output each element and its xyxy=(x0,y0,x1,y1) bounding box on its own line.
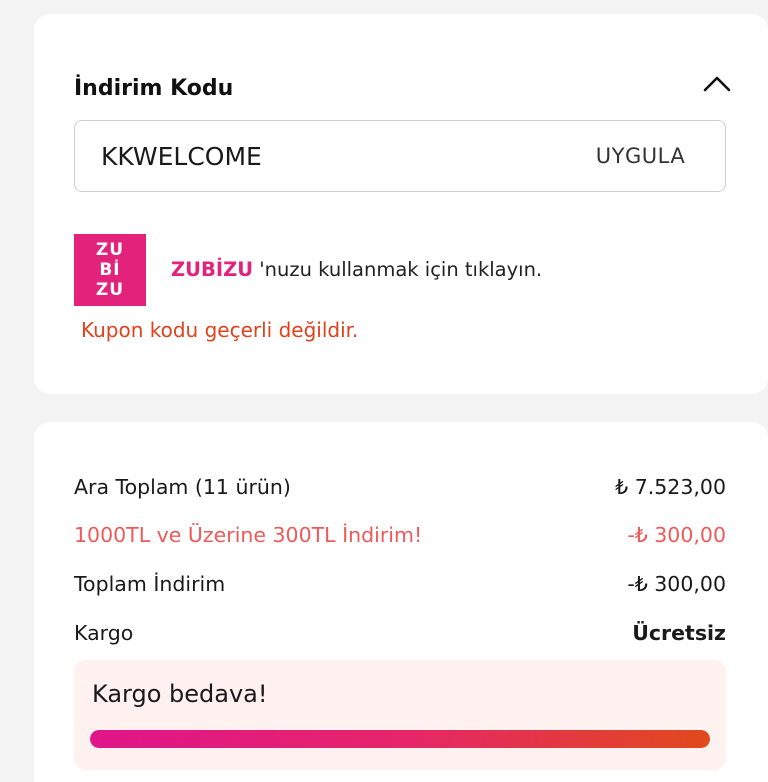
free-shipping-progress-track xyxy=(90,730,710,748)
promo-discount-value: -₺ 300,00 xyxy=(627,523,726,547)
zubizu-link[interactable]: ZUBİZU 'nuzu kullanmak için tıklayın. xyxy=(171,258,542,281)
zubizu-logo-line-2: Bİ xyxy=(99,260,121,280)
subtotal-value: ₺ 7.523,00 xyxy=(615,475,726,499)
total-discount-row: Toplam İndirim -₺ 300,00 xyxy=(74,569,726,599)
coupon-section-title: İndirim Kodu xyxy=(74,76,234,101)
promo-discount-label: 1000TL ve Üzerine 300TL İndirim! xyxy=(74,523,423,547)
zubizu-logo-line-1: ZU xyxy=(95,240,125,260)
zubizu-logo[interactable]: ZU Bİ ZU xyxy=(74,234,146,306)
subtotal-row: Ara Toplam (11 ürün) ₺ 7.523,00 xyxy=(74,472,726,502)
shipping-value: Ücretsiz xyxy=(632,621,726,645)
zubizu-brand-text: ZUBİZU xyxy=(171,258,254,281)
order-summary-card: Ara Toplam (11 ürün) ₺ 7.523,00 1000TL v… xyxy=(34,422,768,782)
free-shipping-banner: Kargo bedava! xyxy=(74,660,726,770)
apply-coupon-button[interactable]: UYGULA xyxy=(556,120,726,192)
free-shipping-progress-fill xyxy=(90,730,710,748)
total-discount-value: -₺ 300,00 xyxy=(627,572,726,596)
total-discount-label: Toplam İndirim xyxy=(74,572,226,596)
zubizu-logo-line-3: ZU xyxy=(95,280,125,300)
shipping-label: Kargo xyxy=(74,621,134,645)
coupon-error-message: Kupon kodu geçerli değildir. xyxy=(81,318,359,342)
free-shipping-text: Kargo bedava! xyxy=(92,680,268,708)
shipping-row: Kargo Ücretsiz xyxy=(74,618,726,648)
subtotal-label: Ara Toplam (11 ürün) xyxy=(74,475,291,499)
promo-discount-row: 1000TL ve Üzerine 300TL İndirim! -₺ 300,… xyxy=(74,520,726,550)
coupon-code-input[interactable] xyxy=(74,120,560,192)
coupon-card: İndirim Kodu UYGULA ZU Bİ ZU ZUBİZU 'nuz… xyxy=(34,14,768,394)
chevron-up-icon[interactable] xyxy=(699,66,735,102)
zubizu-cta-text: 'nuzu kullanmak için tıklayın. xyxy=(253,258,543,281)
